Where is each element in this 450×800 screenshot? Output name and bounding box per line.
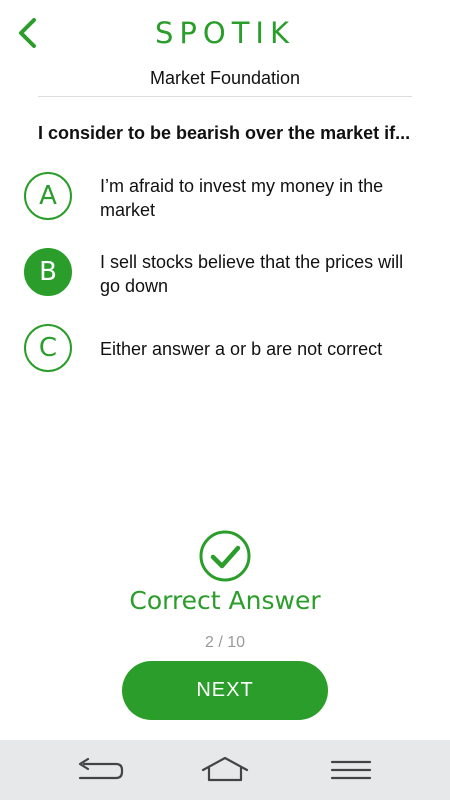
progress-counter: 2 / 10 [204, 634, 246, 651]
option-text-b: I sell stocks believe that the prices wi… [100, 252, 404, 296]
result-block [0, 530, 450, 582]
option-letter-c: C [24, 324, 72, 372]
option-text-c: Either answer a or b are not correct [100, 339, 383, 359]
option-letter-b: B [24, 248, 72, 296]
option-c[interactable]: C Either answer a or b are not correct [24, 324, 426, 376]
home-nav-icon [201, 756, 249, 782]
menu-nav-icon [330, 760, 372, 780]
app-header: SPOTIK [0, 0, 450, 66]
system-navbar [0, 740, 450, 800]
option-text-a: I’m afraid to invest my money in the mar… [100, 176, 384, 220]
next-button[interactable]: NEXT [122, 661, 328, 720]
check-circle-icon [199, 530, 251, 582]
header-divider [38, 96, 412, 97]
app-brand-title: SPOTIK [154, 16, 295, 50]
nav-back-button[interactable] [70, 750, 130, 790]
option-b[interactable]: B I sell stocks believe that the prices … [24, 248, 426, 300]
nav-menu-button[interactable] [321, 750, 381, 790]
lesson-title: Market Foundation [149, 68, 301, 88]
result-text: Correct Answer [129, 586, 321, 615]
option-a[interactable]: A I’m afraid to invest my money in the m… [24, 172, 426, 224]
back-nav-icon [78, 757, 124, 780]
question-text: I consider to be bearish over the market… [38, 123, 411, 143]
nav-home-button[interactable] [195, 750, 255, 790]
option-letter-a: A [24, 172, 72, 220]
